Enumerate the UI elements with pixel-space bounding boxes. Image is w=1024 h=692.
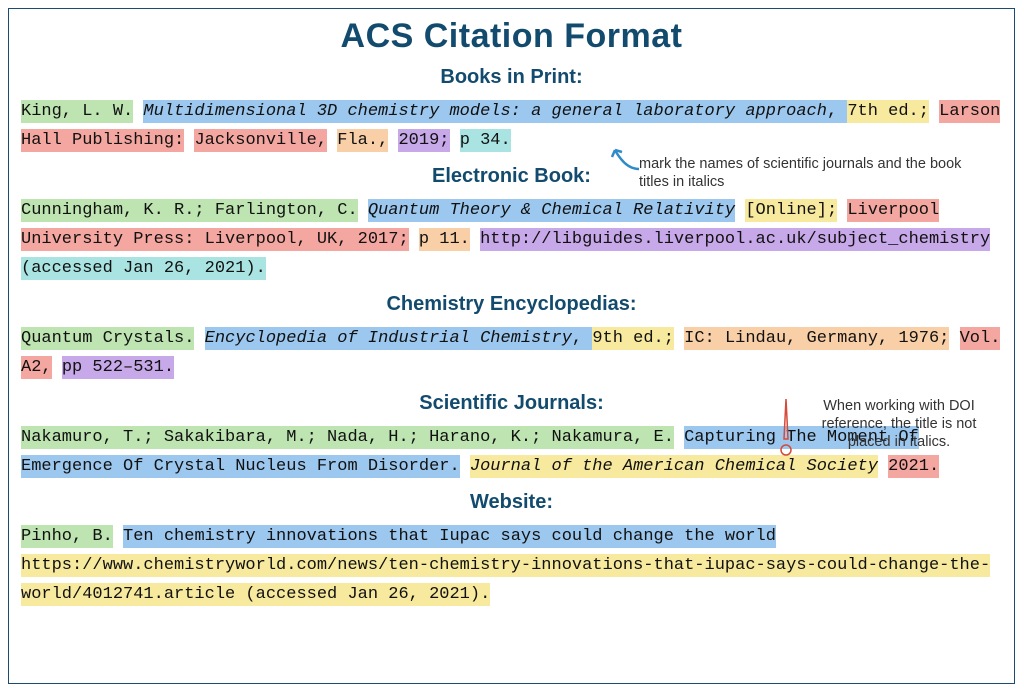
edition: 9th ed.; [592,327,674,350]
authors: Nakamuro, T.; Sakakibara, M.; Nada, H.; … [21,426,674,449]
publisher: IC: Lindau, Germany, 1976; [684,327,949,350]
year: 2019; [398,129,449,152]
page: p 34. [460,129,511,152]
state: Fla., [337,129,388,152]
pages: pp 522–531. [62,356,174,379]
page-title: Ten chemistry innovations that Iupac say… [123,525,776,548]
citation-website: Pinho, B. Ten chemistry innovations that… [21,522,1002,609]
page: p 11. [419,228,470,251]
url: http://libguides.liverpool.ac.uk/subject… [480,228,990,251]
sep: , [827,100,847,123]
exclamation-icon [777,395,795,459]
author: Pinho, B. [21,525,113,548]
book-title: Multidimensional 3D chemistry models: a … [143,100,827,123]
entry: Quantum Crystals. [21,327,194,350]
journal-name: Journal of the American Chemical Society [470,455,878,478]
city: Jacksonville, [194,129,327,152]
page-title: ACS Citation Format [21,17,1002,56]
accessed: (accessed Jan 26, 2021). [21,257,266,280]
heading-books-print: Books in Print: [21,66,1002,89]
citation-encyclopedias: Quantum Crystals. Encyclopedia of Indust… [21,324,1002,382]
heading-encyclopedias: Chemistry Encyclopedias: [21,293,1002,316]
curved-arrow-icon [611,147,641,173]
sep: , [572,327,592,350]
book-title: Quantum Theory & Chemical Relativity [368,199,735,222]
url-accessed: https://www.chemistryworld.com/news/ten-… [21,554,990,606]
document-frame: ACS Citation Format Books in Print: King… [8,8,1015,684]
edition: 7th ed.; [847,100,929,123]
authors: Cunningham, K. R.; Farlington, C. [21,199,358,222]
encyclopedia-title: Encyclopedia of Industrial Chemistry [205,327,572,350]
annotation-doi: When working with DOI reference, the tit… [799,397,999,451]
citation-electronic-book: Cunningham, K. R.; Farlington, C. Quantu… [21,196,1002,283]
citation-books-print: King, L. W. Multidimensional 3D chemistr… [21,97,1002,155]
annotation-italics: mark the names of scientific journals an… [639,155,979,191]
author: King, L. W. [21,100,133,123]
document-content: ACS Citation Format Books in Print: King… [9,9,1014,621]
year: 2021. [888,455,939,478]
heading-website: Website: [21,491,1002,514]
online-tag: [Online]; [745,199,837,222]
